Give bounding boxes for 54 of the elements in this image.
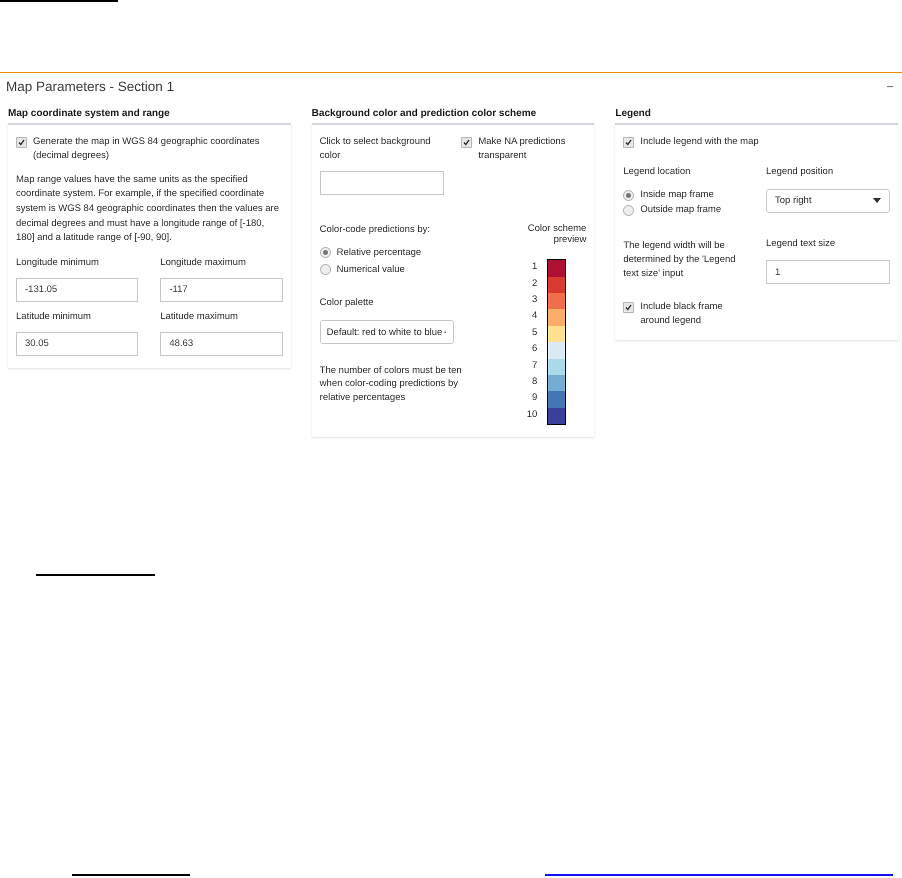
input-field[interactable]: 30.05	[16, 332, 138, 356]
scale-number: 6	[532, 342, 538, 356]
collapse-button[interactable]: −	[886, 79, 894, 94]
field-label: Legend text size	[766, 236, 836, 250]
scale-number: 9	[532, 391, 538, 406]
field-label: Click to select background color	[320, 135, 432, 163]
scale-number: 1	[532, 260, 538, 274]
dropdown-caret-icon	[873, 198, 882, 204]
radio-label: Outside map frame	[640, 203, 722, 217]
radio-button[interactable]	[320, 247, 331, 258]
scale-number: 2	[532, 276, 538, 291]
scale-number: 8	[532, 375, 538, 390]
field-label: Latitude maximum	[160, 310, 239, 324]
scale-number: 5	[532, 326, 538, 340]
checkbox[interactable]	[623, 137, 634, 148]
section-heading: Background color and prediction color scheme	[312, 108, 538, 121]
preview-title: Color scheme preview	[526, 222, 586, 246]
panel-title: Map Parameters - Section 1	[6, 79, 174, 94]
scale-number: 3	[532, 293, 538, 308]
radio-button[interactable]	[623, 190, 634, 201]
input-field[interactable]: -117	[160, 278, 283, 302]
input-field[interactable]: -131.05	[16, 278, 138, 302]
radio-button[interactable]	[623, 204, 634, 216]
color-picker-field[interactable]	[320, 170, 444, 195]
scale-number: 7	[532, 358, 538, 373]
checkbox-label: Include legend with the map	[640, 135, 759, 149]
position-dropdown[interactable]: Top right	[766, 188, 890, 213]
checkbox-label: Generate the map in WGS 84 geographic coordinates (decimal degrees)	[33, 135, 261, 163]
radio-label: Numerical value	[336, 262, 405, 277]
checkbox-label: Include black frame around legend	[640, 300, 724, 328]
section-heading: Legend	[615, 108, 652, 121]
legend-width-note: The legend width will be determined by the 'Legend text size' input	[623, 238, 737, 282]
field-label: Longitude minimum	[16, 256, 100, 270]
field-label: Latitude minimum	[16, 310, 92, 324]
radio-button[interactable]	[320, 264, 331, 276]
field-label: Legend location	[623, 164, 692, 179]
field-label: Color palette	[320, 296, 375, 310]
scale-number: 4	[532, 309, 538, 324]
checkbox[interactable]	[16, 137, 27, 148]
palette-note: The number of colors must be ten when color-coding predictions by relative percentages	[320, 364, 463, 404]
input-field[interactable]: 48.63	[160, 332, 283, 356]
field-label: Legend position	[766, 164, 834, 179]
input-field[interactable]: 1	[766, 260, 890, 284]
section-heading: Map coordinate system and range	[8, 108, 171, 121]
checkbox[interactable]	[461, 137, 472, 148]
radio-label: Inside map frame	[640, 188, 714, 202]
field-label: Color-code predictions by:	[320, 222, 432, 236]
radio-label: Relative percentage	[336, 246, 422, 260]
checkbox-label: Make NA predictions transparent	[478, 135, 566, 163]
checkbox[interactable]	[623, 302, 634, 314]
field-label: Longitude maximum	[160, 256, 247, 270]
scale-number: 10	[526, 408, 538, 422]
range-note: Map range values have the same units as the specified coordinate system. For example, if the specified coordinate system is WGS 84 geographic coordinates then the values are decimal degrees and must have a longitude range of [-180, 180] and a latitude range of [-90, 90].	[16, 172, 280, 246]
palette-dropdown[interactable]: Default: red to white to blue	[320, 320, 454, 344]
